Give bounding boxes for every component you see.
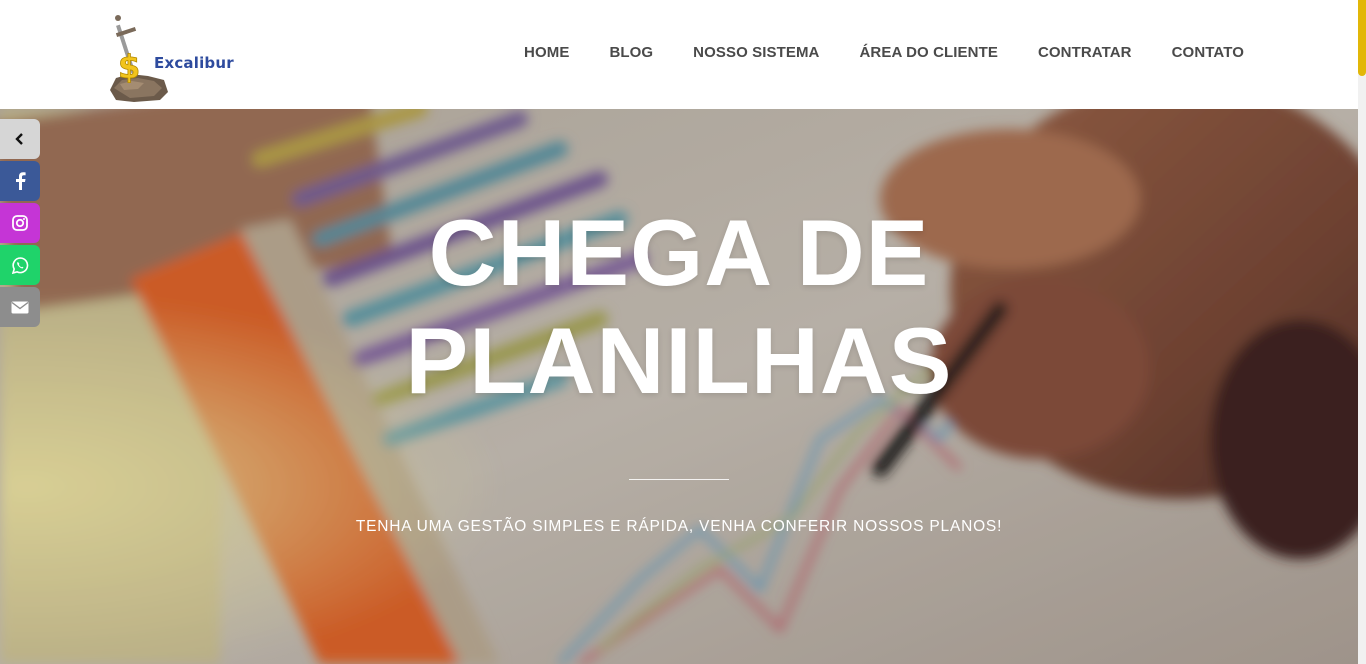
hero-title-line-1: CHEGA DE xyxy=(428,200,930,305)
hero-title: CHEGA DE PLANILHAS xyxy=(0,199,1358,415)
nav-blog[interactable]: BLOG xyxy=(609,44,653,61)
whatsapp-icon xyxy=(11,256,28,274)
page-scrollbar[interactable] xyxy=(1358,0,1366,664)
nav-contato[interactable]: CONTATO xyxy=(1172,44,1244,61)
facebook-icon xyxy=(16,172,26,190)
sidebar-toggle-button[interactable] xyxy=(0,119,40,159)
instagram-button[interactable] xyxy=(0,203,40,243)
site-header: $ Excalibur HOME BLOG NOSSO SISTEMA ÁREA… xyxy=(0,0,1358,109)
hero-banner: CHEGA DE PLANILHAS TENHA UMA GESTÃO SIMP… xyxy=(0,109,1358,664)
chevron-left-icon xyxy=(15,133,23,145)
facebook-button[interactable] xyxy=(0,161,40,201)
hero-divider xyxy=(629,479,729,480)
nav-nosso-sistema[interactable]: NOSSO SISTEMA xyxy=(693,44,819,61)
logo-text: Excalibur xyxy=(154,54,234,72)
logo[interactable]: $ Excalibur xyxy=(104,10,244,106)
scrollbar-thumb[interactable] xyxy=(1358,0,1366,76)
email-button[interactable] xyxy=(0,287,40,327)
svg-text:$: $ xyxy=(118,48,140,86)
main-nav: HOME BLOG NOSSO SISTEMA ÁREA DO CLIENTE … xyxy=(524,44,1244,61)
instagram-icon xyxy=(12,215,28,231)
nav-area-do-cliente[interactable]: ÁREA DO CLIENTE xyxy=(860,44,998,61)
nav-home[interactable]: HOME xyxy=(524,44,569,61)
whatsapp-button[interactable] xyxy=(0,245,40,285)
social-sidebar xyxy=(0,119,40,329)
hero-title-line-2: PLANILHAS xyxy=(405,308,953,413)
envelope-icon xyxy=(11,301,29,313)
nav-contratar[interactable]: CONTRATAR xyxy=(1038,44,1132,61)
hero-subtitle: TENHA UMA GESTÃO SIMPLES E RÁPIDA, VENHA… xyxy=(355,518,1003,535)
